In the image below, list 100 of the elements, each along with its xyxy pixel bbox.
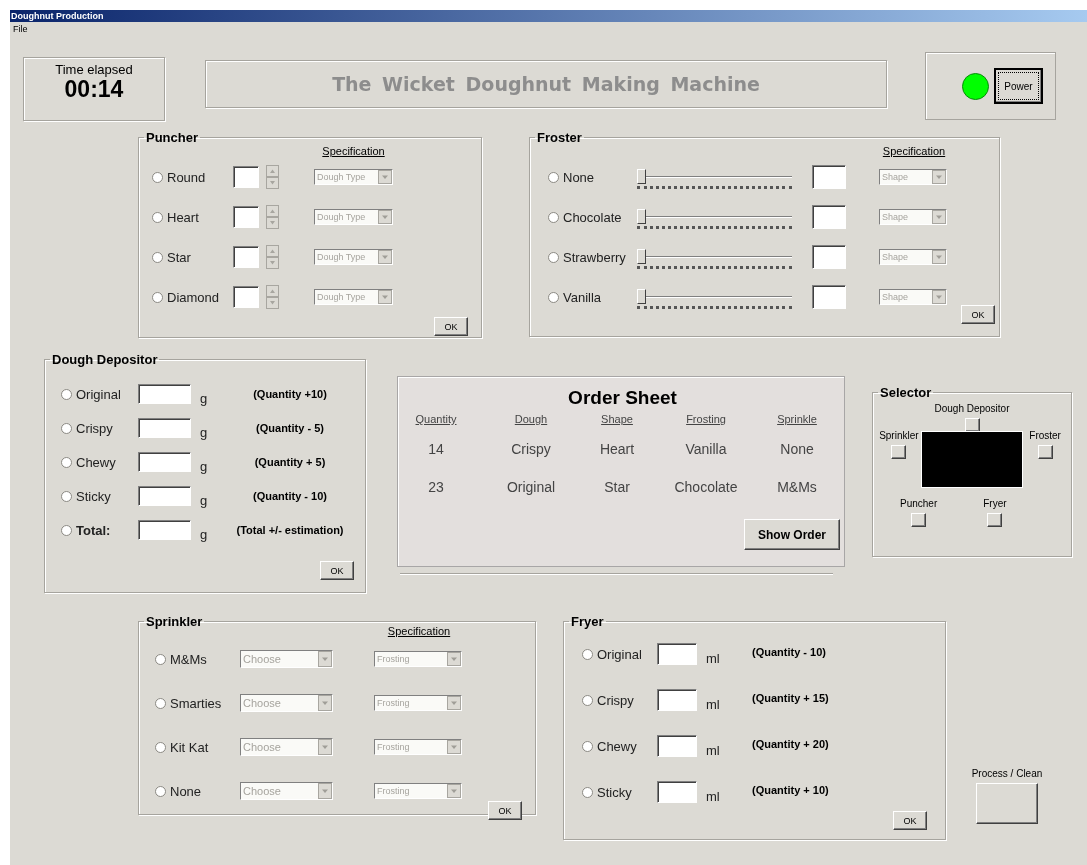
group-title: Froster	[536, 130, 583, 145]
option-label: Strawberry	[563, 249, 627, 265]
process-label: Process / Clean	[971, 768, 1043, 779]
timer-label: Time elapsed	[55, 63, 133, 77]
number-field[interactable]	[233, 166, 259, 188]
quantity-note: (Quantity + 5)	[253, 456, 327, 468]
column-heading: Frosting	[685, 413, 727, 425]
radio-button[interactable]	[152, 211, 163, 223]
radio-button[interactable]	[155, 785, 166, 797]
unit-label: g	[200, 390, 209, 406]
amount-field[interactable]	[812, 285, 846, 309]
radio-button[interactable]	[548, 251, 559, 263]
volume-field[interactable]	[657, 781, 697, 803]
selector-button[interactable]	[964, 418, 980, 432]
selector-label: Sprinkler	[879, 430, 919, 442]
table-cell-text: Heart	[598, 440, 636, 457]
number-field[interactable]	[233, 246, 259, 268]
slider-thumb[interactable]	[637, 249, 646, 264]
radio-button[interactable]	[548, 211, 559, 223]
radio-button[interactable]	[582, 740, 593, 752]
slider[interactable]	[637, 249, 792, 269]
radio-button[interactable]	[61, 524, 72, 536]
slider[interactable]	[637, 209, 792, 229]
process-clean-button[interactable]	[976, 783, 1038, 824]
radio-button[interactable]	[582, 786, 593, 798]
unit-label: ml	[706, 788, 720, 804]
ok-button[interactable]: OK	[488, 801, 522, 820]
slider[interactable]	[637, 289, 792, 309]
power-button[interactable]: Power	[994, 68, 1043, 104]
radio-button[interactable]	[548, 171, 559, 183]
radio-button[interactable]	[152, 171, 163, 183]
option-label: Total:	[76, 522, 112, 538]
option-label: None	[563, 169, 596, 185]
slider-thumb[interactable]	[637, 209, 646, 224]
radio-button[interactable]	[582, 648, 593, 660]
radio-button[interactable]	[155, 653, 166, 665]
radio-button[interactable]	[61, 456, 72, 468]
amount-field[interactable]	[812, 165, 846, 189]
selector-label: Froster	[1029, 430, 1061, 442]
radio-button[interactable]	[155, 741, 166, 753]
option-label: Star	[167, 249, 192, 265]
option-label: Sticky	[76, 488, 112, 504]
volume-field[interactable]	[657, 643, 697, 665]
option-label: Sticky	[597, 784, 633, 800]
table-cell-text: 14	[427, 440, 445, 457]
option-label: Original	[76, 386, 122, 402]
selector-button[interactable]	[891, 445, 907, 459]
slider-thumb[interactable]	[637, 289, 646, 304]
option-label: Crispy	[76, 420, 114, 436]
ok-button[interactable]: OK	[320, 561, 354, 580]
radio-button[interactable]	[61, 490, 72, 502]
amount-field[interactable]	[812, 245, 846, 269]
radio-button[interactable]	[152, 251, 163, 263]
amount-field[interactable]	[812, 205, 846, 229]
show-order-button[interactable]: Show Order	[744, 519, 840, 550]
selector-button[interactable]	[1037, 445, 1053, 459]
table-cell-text: Original	[505, 478, 557, 495]
volume-field[interactable]	[657, 689, 697, 711]
number-field[interactable]	[233, 286, 259, 308]
option-label: Chocolate	[563, 209, 623, 225]
unit-label: ml	[706, 696, 720, 712]
number-field[interactable]	[233, 206, 259, 228]
option-label: Diamond	[167, 289, 221, 305]
option-label: Chewy	[597, 738, 638, 754]
ok-button[interactable]: OK	[434, 317, 468, 336]
option-label: Vanilla	[563, 289, 603, 305]
radio-button[interactable]	[152, 291, 163, 303]
option-label: None	[170, 783, 203, 799]
option-label: Crispy	[597, 692, 635, 708]
selector-button[interactable]	[911, 513, 927, 527]
table-cell-text: Crispy	[510, 440, 552, 457]
radio-button[interactable]	[548, 291, 559, 303]
radio-button[interactable]	[61, 388, 72, 400]
slider[interactable]	[637, 169, 792, 189]
weight-field[interactable]	[138, 384, 191, 404]
unit-label: g	[200, 458, 209, 474]
table-cell-text: M&Ms	[776, 478, 818, 495]
volume-field[interactable]	[657, 735, 697, 757]
quantity-note: (Quantity + 20)	[752, 738, 829, 750]
weight-field[interactable]	[138, 418, 191, 438]
selector-button[interactable]	[987, 513, 1003, 527]
radio-button[interactable]	[582, 694, 593, 706]
menu-item[interactable]: File	[13, 24, 28, 34]
unit-label: ml	[706, 650, 720, 666]
ok-button[interactable]: OK	[893, 811, 927, 830]
weight-field[interactable]	[138, 520, 191, 540]
weight-field[interactable]	[138, 486, 191, 506]
weight-field[interactable]	[138, 452, 191, 472]
column-heading: Specification	[322, 145, 385, 157]
unit-label: g	[200, 424, 209, 440]
radio-button[interactable]	[155, 697, 166, 709]
radio-button[interactable]	[61, 422, 72, 434]
window-title: Doughnut Production	[11, 11, 104, 21]
table-cell-text: None	[779, 440, 815, 457]
group-title: Puncher	[145, 130, 199, 145]
unit-label: ml	[706, 742, 720, 758]
ok-button[interactable]: OK	[961, 305, 995, 324]
slider-thumb[interactable]	[637, 169, 646, 184]
selector-label: Dough Depositor	[934, 403, 1010, 415]
quantity-note: (Quantity - 10)	[252, 490, 328, 502]
